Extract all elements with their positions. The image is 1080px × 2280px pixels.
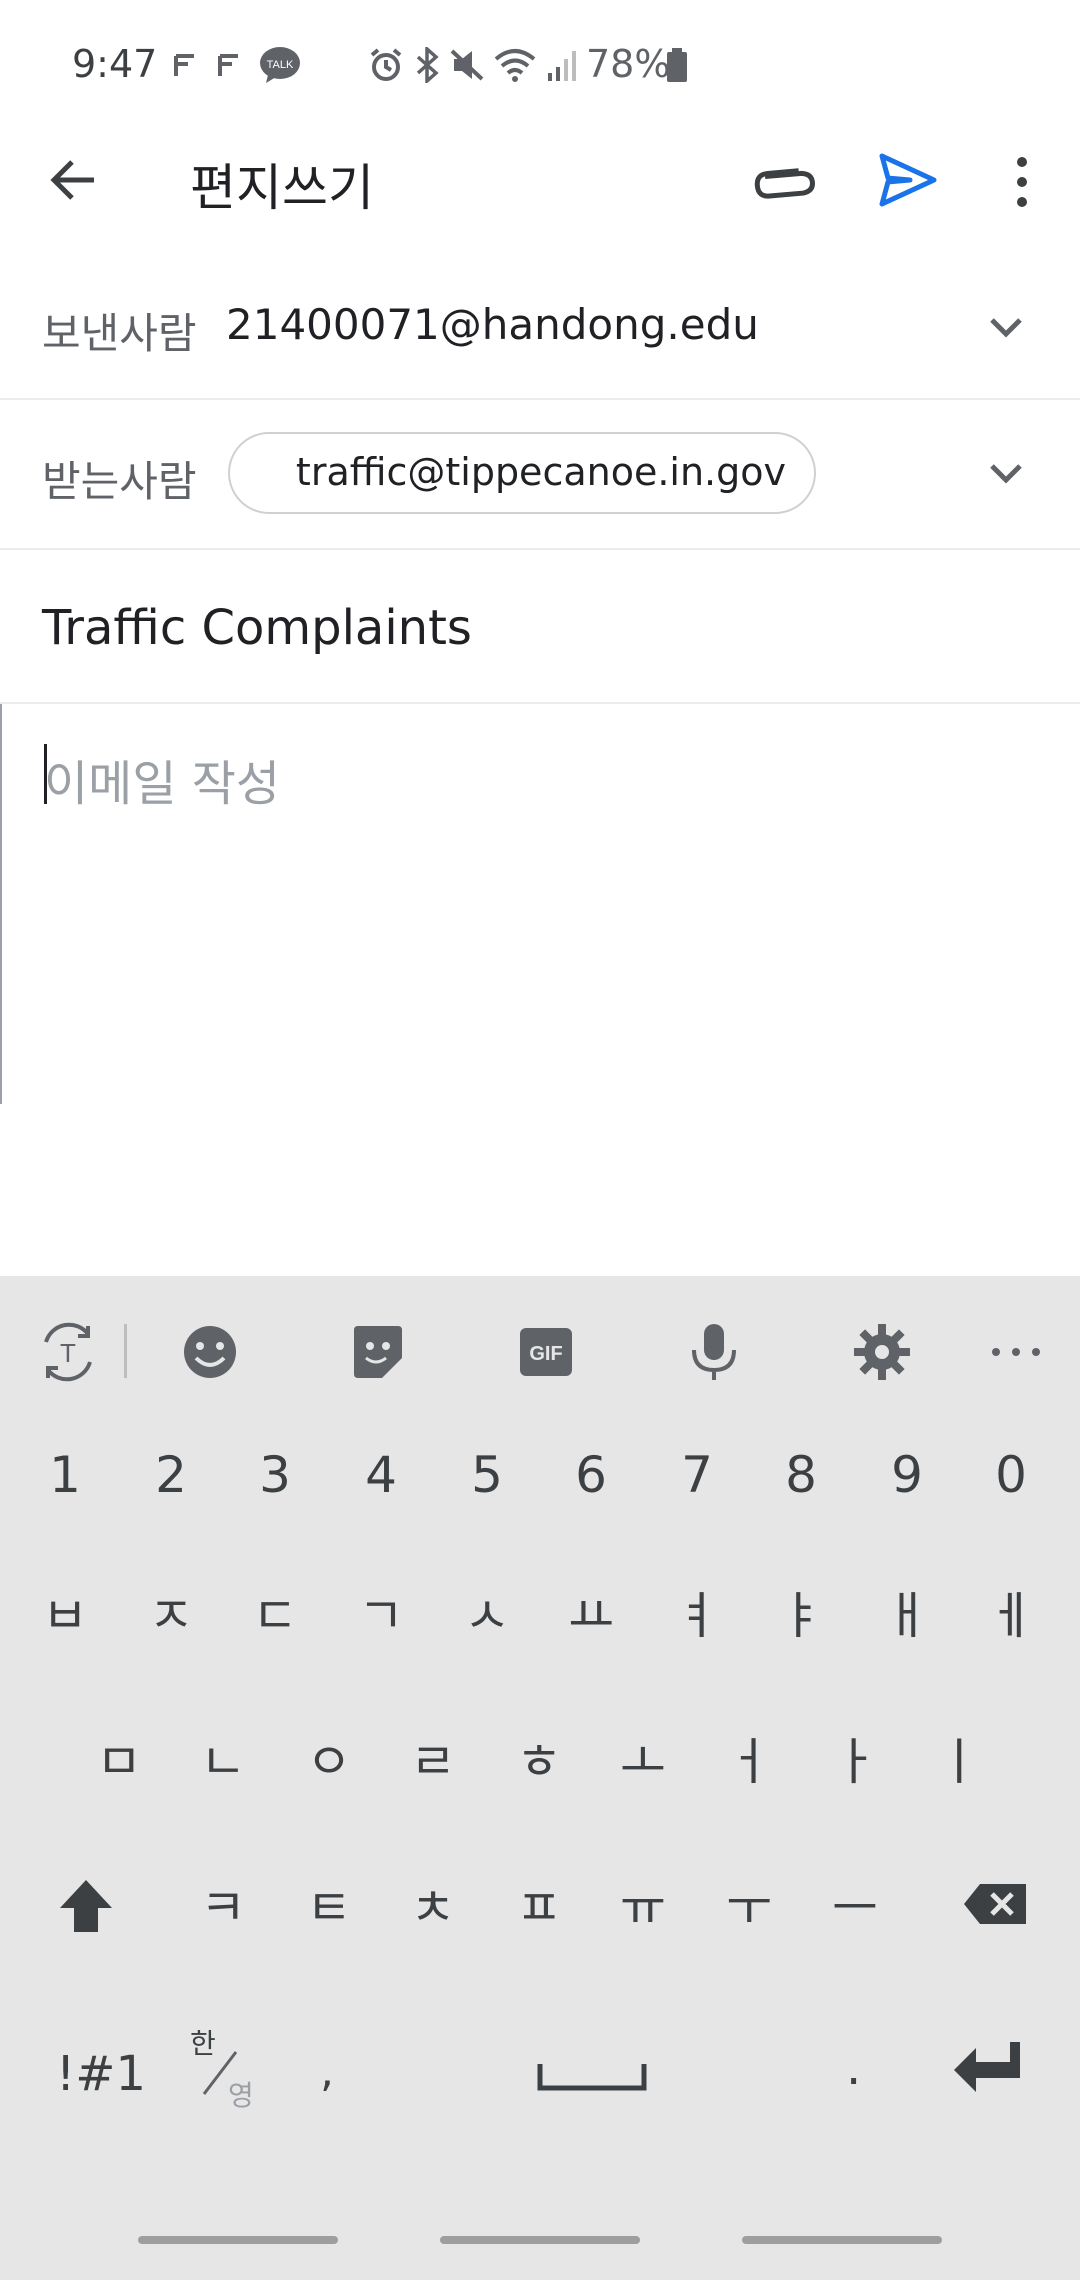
key[interactable]: ㅑ [751, 1576, 851, 1648]
body-placeholder: 이메일 작성 [44, 756, 281, 812]
status-time: 9:47 [72, 42, 158, 86]
navigation-bar [0, 2200, 1080, 2280]
key[interactable]: ㅔ [961, 1576, 1061, 1648]
key[interactable]: 9 [857, 1446, 957, 1504]
settings-icon[interactable] [850, 1320, 914, 1384]
nav-back-handle[interactable] [742, 2236, 942, 2244]
text-cursor [44, 744, 47, 804]
body-field[interactable]: 이메일 작성 [0, 704, 1080, 1104]
status-bar: 9:47 TALK 78% [0, 0, 1080, 130]
key[interactable]: 7 [647, 1446, 747, 1504]
subject-row[interactable]: Traffic Complaints [0, 550, 1080, 704]
key[interactable]: ㅜ [699, 1868, 799, 1940]
f-icon [174, 54, 194, 76]
key[interactable]: 4 [331, 1446, 431, 1504]
f-icon [218, 54, 238, 76]
comma-key[interactable]: , [320, 2046, 334, 2097]
key[interactable]: ㅡ [805, 1868, 905, 1940]
key[interactable]: ㅁ [69, 1722, 169, 1794]
key[interactable]: ㅏ [805, 1722, 905, 1794]
wifi-icon [494, 49, 536, 82]
symbols-key[interactable]: !#1 [56, 2046, 146, 2102]
key[interactable]: ㅌ [279, 1868, 379, 1940]
notification-icons: TALK [170, 40, 302, 90]
key[interactable]: 1 [15, 1446, 115, 1504]
system-icons [368, 40, 580, 90]
svg-text:T: T [60, 1338, 76, 1368]
key[interactable]: 8 [751, 1446, 851, 1504]
key[interactable]: 2 [121, 1446, 221, 1504]
key[interactable]: 5 [437, 1446, 537, 1504]
key[interactable]: 3 [225, 1446, 325, 1504]
key[interactable]: ㅕ [647, 1576, 747, 1648]
signal-icon [548, 51, 576, 81]
mute-icon [450, 49, 484, 81]
shift-icon[interactable] [56, 1876, 116, 1936]
key[interactable]: ㅠ [593, 1868, 693, 1940]
lang-english-label: 영 [228, 2079, 254, 2112]
nav-home-handle[interactable] [440, 2236, 640, 2244]
attachment-icon[interactable] [752, 150, 816, 214]
page-title: 편지쓰기 [190, 159, 374, 217]
battery-percent: 78% [586, 42, 671, 86]
app-bar: 편지쓰기 [0, 130, 1080, 226]
key[interactable]: ㅐ [857, 1576, 957, 1648]
mic-icon[interactable] [682, 1320, 746, 1384]
from-value[interactable]: 21400071@handong.edu [226, 300, 759, 349]
language-switch-key[interactable]: 한 영 [186, 2022, 266, 2122]
key[interactable]: ㅣ [909, 1722, 1009, 1794]
backspace-icon[interactable] [962, 1882, 1028, 1926]
gif-icon[interactable]: GIF [514, 1320, 578, 1384]
bluetooth-icon [416, 47, 439, 83]
toolbar-divider [124, 1324, 127, 1378]
key[interactable]: ㄹ [383, 1722, 483, 1794]
nav-recent-handle[interactable] [138, 2236, 338, 2244]
more-options-icon[interactable] [1000, 150, 1044, 214]
key[interactable]: ㄴ [173, 1722, 273, 1794]
more-icon[interactable] [984, 1320, 1048, 1384]
key[interactable]: ㄱ [331, 1576, 431, 1648]
key[interactable]: ㄷ [225, 1576, 325, 1648]
keyboard: T GIF 1 2 3 4 5 6 7 8 9 0 ㅂ ㅈ ㄷ ㄱ ㅅ ㅛ ㅕ … [0, 1276, 1080, 2280]
send-icon[interactable] [876, 148, 940, 212]
back-arrow-icon[interactable] [44, 150, 104, 210]
period-key[interactable]: . [846, 2040, 861, 2096]
to-label: 받는사람 [42, 457, 197, 506]
recipient-chip-text: traffic@tippecanoe.in.gov [295, 450, 786, 494]
sticker-icon[interactable] [346, 1320, 410, 1384]
from-label: 보낸사람 [42, 309, 197, 358]
battery-icon [667, 48, 687, 82]
emoji-icon[interactable] [178, 1320, 242, 1384]
svg-text:TALK: TALK [267, 59, 294, 71]
key[interactable]: 6 [541, 1446, 641, 1504]
chevron-down-icon[interactable] [980, 302, 1032, 354]
key[interactable]: ㅛ [541, 1576, 641, 1648]
svg-text:GIF: GIF [529, 1343, 562, 1365]
key[interactable]: ㅈ [121, 1576, 221, 1648]
key[interactable]: ㅇ [279, 1722, 379, 1794]
bottom-key-row: !#1 한 영 , . [0, 2012, 1080, 2142]
key[interactable]: ㅎ [489, 1722, 589, 1794]
translate-icon[interactable]: T [36, 1320, 100, 1384]
key[interactable]: ㅂ [15, 1576, 115, 1648]
key[interactable]: ㅊ [383, 1868, 483, 1940]
to-row[interactable]: 받는사람 traffic@tippecanoe.in.gov [0, 400, 1080, 550]
subject-field[interactable]: Traffic Complaints [42, 600, 472, 656]
recipient-chip[interactable]: traffic@tippecanoe.in.gov [228, 432, 816, 514]
key[interactable]: ㅅ [437, 1576, 537, 1648]
chevron-down-icon[interactable] [980, 448, 1032, 500]
from-row[interactable]: 보낸사람 21400071@handong.edu [0, 258, 1080, 400]
key[interactable]: ㅓ [699, 1722, 799, 1794]
space-bar-icon[interactable] [536, 2058, 648, 2094]
key[interactable]: ㅍ [489, 1868, 589, 1940]
key[interactable]: ㅋ [173, 1868, 273, 1940]
alarm-icon [370, 48, 402, 81]
key[interactable]: 0 [961, 1446, 1061, 1504]
enter-icon[interactable] [950, 2038, 1026, 2098]
key[interactable]: ㅗ [593, 1722, 693, 1794]
kakaotalk-icon: TALK [260, 47, 300, 83]
